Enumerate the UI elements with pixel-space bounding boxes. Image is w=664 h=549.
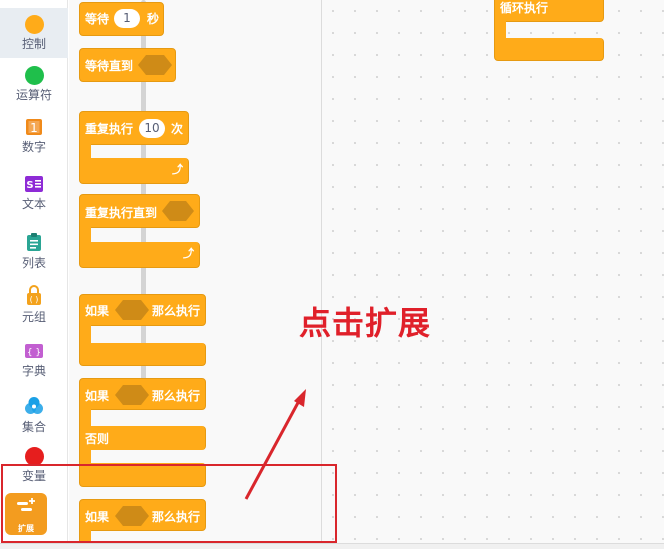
repeat-times-block-foot: ⤴: [79, 158, 189, 184]
if-then-else-block-middle: 否则: [79, 426, 206, 450]
condition-slot[interactable]: [138, 55, 172, 75]
forever-loop-block-foot: [494, 38, 604, 61]
forever-loop-block[interactable]: 循环执行: [494, 0, 604, 22]
dict-icon: { }: [25, 344, 43, 358]
if-then-block-foot: [79, 343, 206, 366]
loop-arrow-icon: ⤴: [172, 163, 183, 176]
wait-until-block[interactable]: 等待直到: [79, 48, 176, 82]
set-icon: [25, 397, 43, 414]
condition-slot[interactable]: [162, 201, 194, 221]
category-list[interactable]: 列表: [0, 231, 68, 277]
wait-block[interactable]: 等待 1 秒: [79, 2, 164, 36]
category-operators[interactable]: 运算符: [0, 66, 68, 108]
list-icon: [27, 233, 41, 251]
svg-text:{ }: { }: [27, 348, 41, 358]
number-icon: 1: [26, 119, 42, 135]
category-number[interactable]: 1 数字: [0, 117, 68, 163]
highlight-box: [1, 464, 337, 543]
condition-slot[interactable]: [115, 385, 149, 405]
if-then-block[interactable]: 如果 那么执行: [79, 294, 206, 326]
category-dict[interactable]: { } 字典: [0, 341, 68, 387]
category-text[interactable]: S 文本: [0, 174, 68, 220]
loop-arrow-icon: ⤴: [183, 247, 194, 260]
category-control[interactable]: 控制: [0, 8, 68, 58]
if-then-block-arm: [79, 325, 91, 345]
repeat-until-block-foot: ⤴: [79, 242, 200, 268]
repeat-times-block[interactable]: 重复执行 10 次: [79, 111, 189, 145]
orange-circle-icon: [24, 15, 44, 34]
condition-slot[interactable]: [115, 300, 149, 320]
category-set[interactable]: 集合: [0, 395, 68, 441]
svg-text:S: S: [26, 180, 33, 191]
wait-seconds-input[interactable]: 1: [114, 9, 140, 28]
if-then-else-block[interactable]: 如果 那么执行: [79, 378, 206, 410]
tuple-icon: ( ): [27, 285, 41, 305]
svg-text:( ): ( ): [30, 295, 39, 304]
hint-text: 点击扩展: [299, 304, 432, 342]
text-icon: S: [25, 176, 43, 192]
svg-text:1: 1: [30, 121, 38, 135]
repeat-count-input[interactable]: 10: [139, 119, 165, 138]
repeat-until-block[interactable]: 重复执行直到: [79, 194, 200, 228]
horizontal-scrollbar[interactable]: [0, 543, 664, 549]
green-circle-icon: [24, 66, 44, 85]
category-tuple[interactable]: ( ) 元组: [0, 285, 68, 331]
code-workspace[interactable]: [322, 0, 664, 549]
if-then-else-block-arm-2: [79, 449, 91, 464]
